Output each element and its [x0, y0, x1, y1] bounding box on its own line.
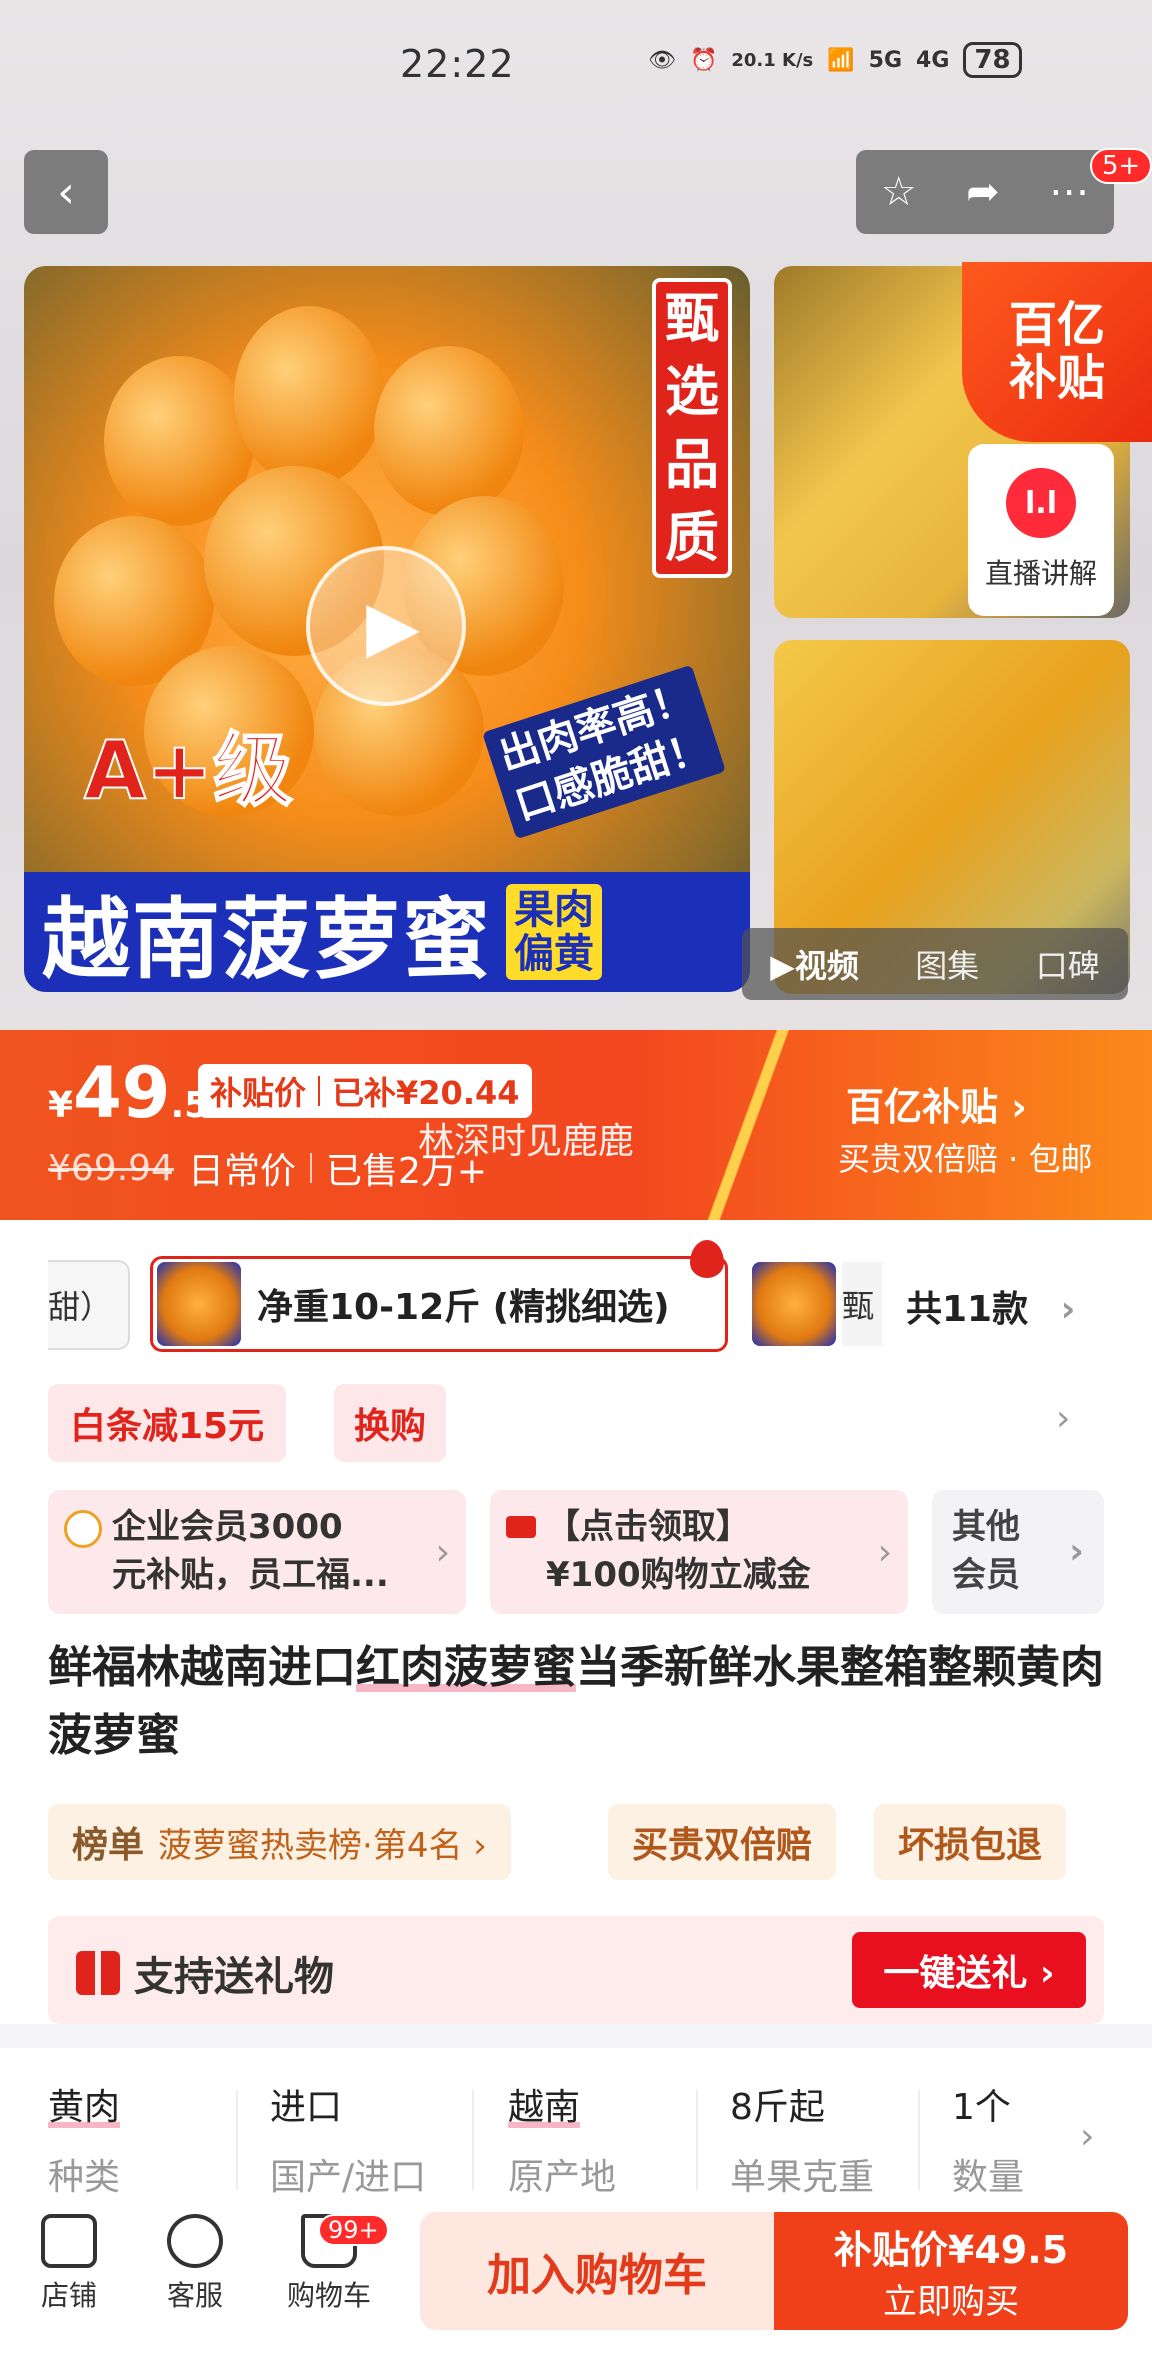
eye-icon: 👁: [648, 47, 676, 73]
original-price-label: 日常价: [187, 1151, 296, 1192]
banner-side-tag: 果肉 偏黄: [506, 884, 603, 980]
store-button[interactable]: 店铺: [14, 2214, 124, 2314]
quality-tag: 甄 选 品 质: [652, 278, 732, 578]
section-divider: [0, 2024, 1152, 2048]
alarm-icon: ⏰: [689, 47, 718, 73]
subsidy-guarantee: 买贵双倍赔 · 包邮: [838, 1140, 1093, 1178]
spec-weight[interactable]: 8斤起 单果克重: [730, 2078, 930, 2200]
current-price: ¥ 49 .5: [48, 1052, 210, 1134]
back-button[interactable]: ‹: [24, 150, 108, 234]
status-icons: 👁 ⏰ 20.1 K/s 📶 5G 4G 78: [648, 42, 1022, 78]
add-to-cart-button[interactable]: 加入购物车: [420, 2212, 774, 2330]
send-gift-button[interactable]: 一键送礼 ›: [852, 1932, 1086, 2008]
star-icon[interactable]: ☆: [881, 169, 917, 215]
play-icon: ▶: [366, 585, 420, 667]
hot-flame-icon: [690, 1240, 724, 1278]
rank-badge[interactable]: 榜单 菠萝蜜热卖榜·第4名 ›: [48, 1804, 511, 1880]
grade-label: A+级: [83, 723, 294, 818]
status-time: 22:22: [400, 42, 515, 86]
spec-type[interactable]: 黄肉 种类: [48, 2078, 248, 2200]
coupon-other-members[interactable]: 其他 会员 ›: [932, 1490, 1104, 1614]
live-label: 直播讲解: [984, 557, 1097, 590]
wifi-icon: 📶: [827, 47, 855, 73]
promo-baitiao[interactable]: 白条减15元: [48, 1384, 287, 1462]
guarantee-damage-return[interactable]: 坏损包退: [874, 1804, 1067, 1880]
variant-next-partial[interactable]: 甄: [842, 1262, 882, 1346]
variant-label: 净重10-12斤 (精挑细选): [257, 1287, 670, 1328]
store-icon: [41, 2214, 97, 2268]
chevron-right-icon[interactable]: ›: [1080, 2116, 1094, 2157]
subsidy-pill: 补贴价 已补¥20.44: [198, 1064, 532, 1118]
gift-icon: [76, 1951, 120, 1995]
slogan: 出肉率高！ 口感脆甜！: [482, 664, 726, 840]
variant-count[interactable]: 共11款 ›: [906, 1280, 1076, 1332]
coupon-enterprise[interactable]: 企业会员3000 元补贴，员工福... ›: [48, 1490, 466, 1614]
live-icon: l.l: [1006, 468, 1076, 538]
chevron-right-icon[interactable]: ›: [1056, 1398, 1070, 1439]
chevron-right-icon: ›: [1069, 1530, 1084, 1572]
enterprise-icon: [64, 1510, 102, 1548]
live-explain-button[interactable]: l.l 直播讲解: [968, 444, 1114, 616]
more-icon[interactable]: ⋯: [1049, 169, 1089, 215]
price-bar-divider: [700, 1030, 800, 1220]
network-speed: 20.1 K/s: [731, 49, 814, 71]
cart-badge: 99+: [318, 2214, 389, 2246]
spec-origin-type[interactable]: 进口 国产/进口: [270, 2078, 470, 2200]
spec-origin[interactable]: 越南 原产地: [508, 2078, 708, 2200]
variant-next-thumbnail[interactable]: [752, 1262, 836, 1346]
media-tabs: ▶视频 图集 口碑: [742, 928, 1128, 1000]
product-banner: 越南菠萝蜜 果肉 偏黄: [24, 872, 750, 992]
chevron-right-icon: ›: [1060, 1289, 1076, 1330]
play-video-button[interactable]: ▶: [306, 546, 466, 706]
header-actions: ☆ ➦ ⋯: [856, 150, 1114, 234]
original-price: ¥69.94: [48, 1147, 174, 1189]
chevron-right-icon: ›: [877, 1531, 892, 1573]
battery-indicator: 78: [963, 42, 1022, 78]
tab-video[interactable]: ▶视频: [770, 941, 859, 987]
subsidy-corner-tag: 百亿 补贴: [962, 262, 1152, 442]
coupon-voucher[interactable]: 【点击领取】 ¥100购物立减金 ›: [490, 1490, 908, 1614]
tab-reviews[interactable]: 口碑: [1036, 941, 1100, 987]
tab-gallery[interactable]: 图集: [915, 941, 979, 987]
subsidy-program-link[interactable]: 百亿补贴 ›: [846, 1076, 1027, 1131]
spec-quantity[interactable]: 1个 数量: [952, 2078, 1062, 2200]
watermark: 林深时见鹿鹿: [418, 1121, 635, 1162]
variant-prev-partial[interactable]: 甜）: [48, 1260, 130, 1350]
share-icon[interactable]: ➦: [966, 169, 1000, 215]
back-icon: ‹: [57, 166, 75, 218]
guarantee-double-refund[interactable]: 买贵双倍赔: [608, 1804, 837, 1880]
gift-label: 支持送礼物: [76, 1944, 334, 2002]
chevron-right-icon: ›: [435, 1531, 450, 1573]
notification-badge: 5+: [1090, 148, 1152, 184]
voucher-icon: [506, 1516, 536, 1538]
variant-selected[interactable]: 净重10-12斤 (精挑细选): [150, 1256, 728, 1352]
buy-now-button[interactable]: 补贴价¥49.5 立即购买: [774, 2212, 1128, 2330]
product-title: 鲜福林越南进口红肉菠萝蜜当季新鲜水果整箱整颗黄肉菠萝蜜: [48, 1642, 1104, 1762]
promo-exchange[interactable]: 换购: [334, 1384, 447, 1462]
service-button[interactable]: 客服: [140, 2214, 250, 2314]
variant-thumbnail: [157, 1262, 241, 1346]
signal-4g: 4G: [916, 47, 950, 73]
signal-5g: 5G: [868, 47, 903, 73]
service-icon: [167, 2214, 223, 2268]
